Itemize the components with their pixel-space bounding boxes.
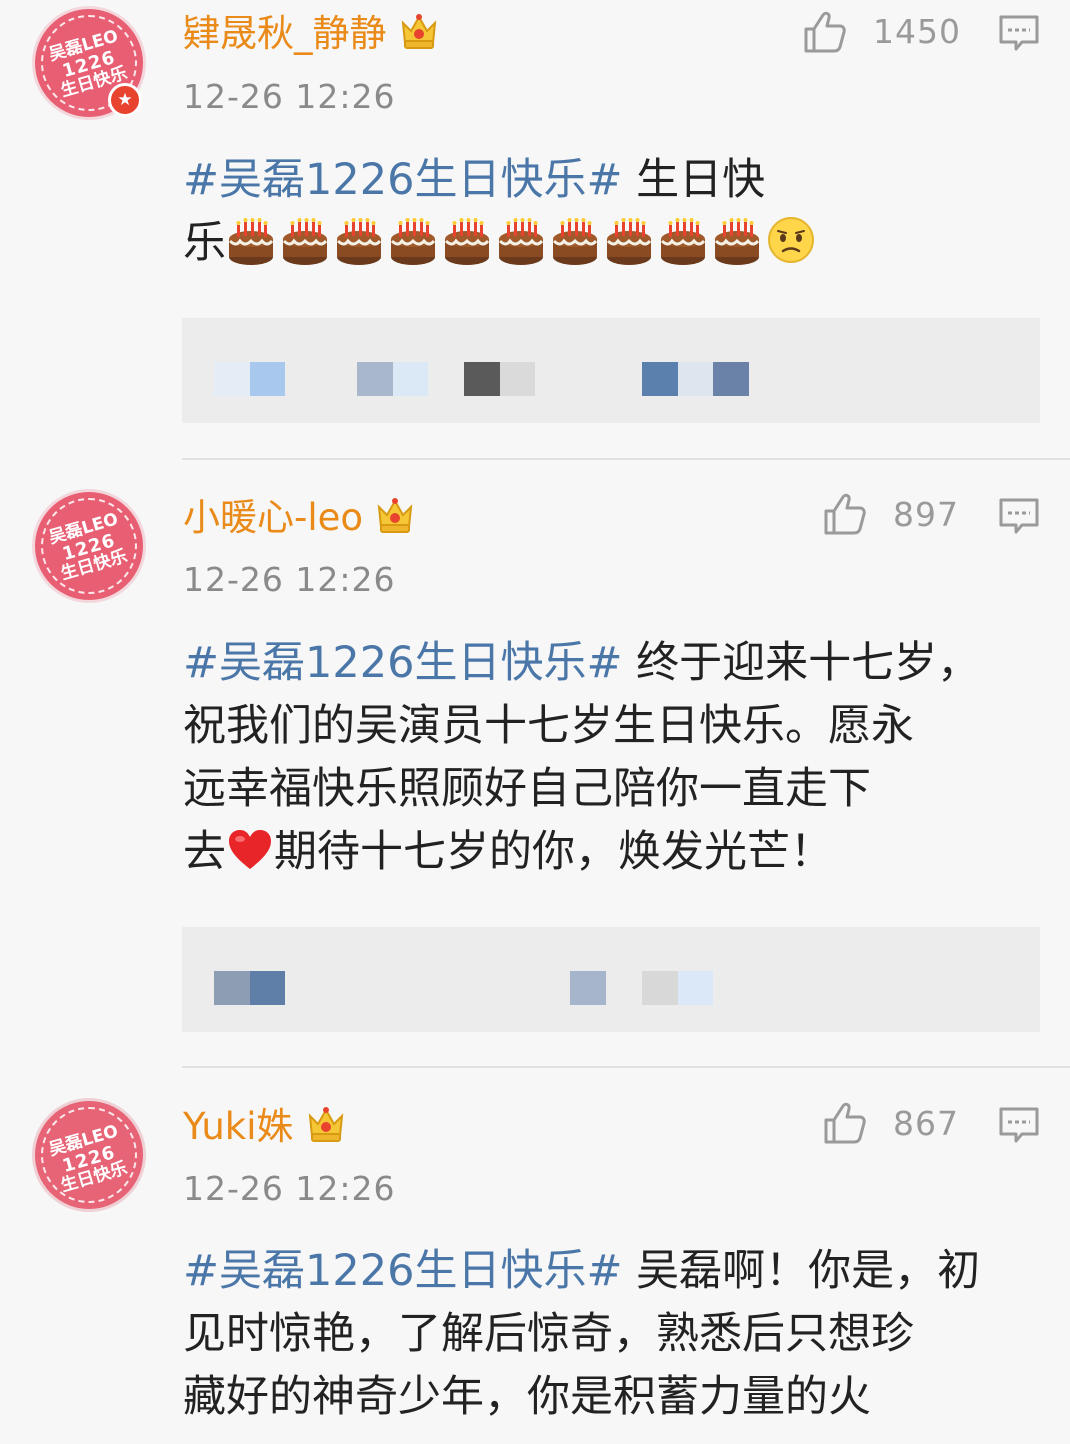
crown-icon bbox=[306, 1106, 346, 1144]
username[interactable]: 肄晟秋_静静 bbox=[183, 12, 439, 56]
crown-icon bbox=[375, 497, 415, 535]
image-placeholder-bar bbox=[182, 318, 1040, 423]
sad-face-emoji bbox=[768, 217, 814, 263]
comment-icon[interactable] bbox=[998, 497, 1040, 535]
thumbs-up-icon[interactable] bbox=[822, 491, 868, 537]
thumbs-up-icon[interactable] bbox=[802, 9, 848, 55]
avatar[interactable]: 吴磊LEO 1226 生日快乐 bbox=[32, 489, 146, 603]
birthday-cake-emoji bbox=[442, 217, 492, 267]
birthday-cake-emoji bbox=[226, 217, 276, 267]
like-count: 867 bbox=[893, 1104, 959, 1143]
cake-emoji-row bbox=[226, 214, 766, 277]
birthday-cake-emoji bbox=[496, 217, 546, 267]
birthday-cake-emoji bbox=[388, 217, 438, 267]
comment-body: #吴磊1226生日快乐# 吴磊啊！你是，初 见时惊艳，了解后惊奇，熟悉后只想珍 … bbox=[183, 1246, 981, 1422]
like-count: 1450 bbox=[873, 12, 961, 51]
birthday-cake-emoji bbox=[604, 217, 654, 267]
image-placeholder-bar bbox=[182, 927, 1040, 1032]
timestamp: 12-26 12:26 bbox=[183, 77, 396, 116]
hashtag-link[interactable]: #吴磊1226生日快乐# bbox=[183, 1246, 623, 1296]
hashtag-link[interactable]: #吴磊1226生日快乐# bbox=[183, 155, 623, 205]
comment-icon[interactable] bbox=[998, 14, 1040, 52]
birthday-cake-emoji bbox=[550, 217, 600, 267]
comment-icon[interactable] bbox=[998, 1106, 1040, 1144]
divider bbox=[182, 458, 1070, 460]
crown-icon bbox=[399, 13, 439, 51]
birthday-cake-emoji bbox=[712, 217, 762, 267]
birthday-cake-emoji bbox=[658, 217, 708, 267]
birthday-cake-emoji bbox=[334, 217, 384, 267]
username[interactable]: 小暖心-leo bbox=[183, 496, 415, 540]
heart-emoji bbox=[229, 830, 271, 869]
hashtag-link[interactable]: #吴磊1226生日快乐# bbox=[183, 638, 623, 688]
divider bbox=[182, 1066, 1070, 1068]
like-count: 897 bbox=[893, 495, 959, 534]
comment-feed: 吴磊LEO 1226 生日快乐 ★ 肄晟秋_静静 12-26 12:26 145… bbox=[0, 0, 1070, 1444]
comment-body: #吴磊1226生日快乐# 终于迎来十七岁， 祝我们的吴演员十七岁生日快乐。愿永 … bbox=[183, 638, 981, 877]
username[interactable]: Yuki姝 bbox=[183, 1105, 346, 1149]
star-badge-icon: ★ bbox=[108, 83, 142, 117]
thumbs-up-icon[interactable] bbox=[822, 1100, 868, 1146]
timestamp: 12-26 12:26 bbox=[183, 1169, 396, 1208]
comment-body: #吴磊1226生日快乐# 生日快 乐 bbox=[183, 149, 1043, 277]
birthday-cake-emoji bbox=[280, 217, 330, 267]
timestamp: 12-26 12:26 bbox=[183, 560, 396, 599]
avatar[interactable]: 吴磊LEO 1226 生日快乐 bbox=[32, 1098, 146, 1212]
